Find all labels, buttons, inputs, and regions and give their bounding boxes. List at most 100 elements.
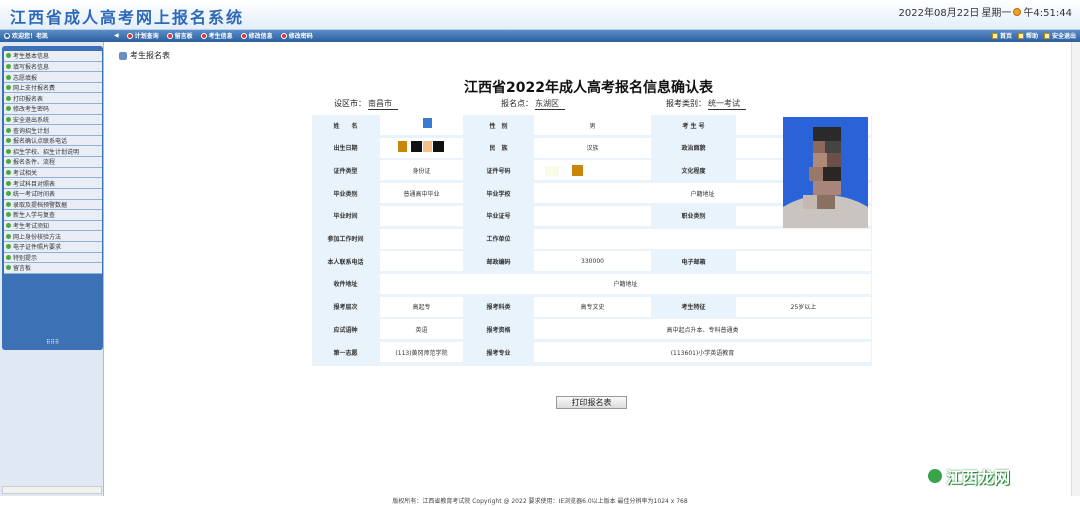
time-text: 午4:51:44 [1023, 8, 1072, 19]
date-text: 2022年08月22日 [898, 8, 980, 19]
form-row: 第一志愿 (113)黄冈师范学院 报考专业 (113601)小学英语教育 [312, 342, 872, 363]
sidebar-item[interactable]: 考生基本信息 [4, 51, 102, 62]
sidebar-item[interactable]: 电子证件照片要求 [4, 241, 102, 253]
form-row: 应试语种 英语 报考资格 高中起点升本、专科普通类 [312, 319, 872, 340]
sidebar-item-label: 填写报名信息 [13, 63, 50, 71]
horizontal-scrollbar[interactable] [2, 486, 102, 494]
sidebar-item[interactable]: 统一考试时间表 [4, 188, 102, 200]
key-icon [280, 32, 287, 39]
form-value: 高中起点升本、专科普通类 [534, 319, 871, 340]
app-header: 江西省成人高考网上报名系统 2022年08月22日 星期一 午4:51:44 [0, 0, 1080, 30]
sidebar-item-label: 查询招生计划 [13, 127, 50, 135]
sidebar-item[interactable]: 查询招生计划 [4, 125, 102, 136]
sidebar-item[interactable]: 安全退出系统 [4, 114, 102, 126]
nav-plan-query[interactable]: 计划查询 [126, 31, 159, 40]
help-icon [1017, 32, 1024, 39]
form-value [534, 228, 871, 249]
menu-bullet-icon [6, 212, 11, 218]
menu-bullet-icon [6, 74, 11, 80]
sidebar-item[interactable]: 考试相关 [4, 167, 102, 179]
menu-bullet-icon [6, 233, 11, 239]
redaction-block [411, 141, 422, 152]
sidebar-item[interactable]: 招生学校、招生计划说明 [4, 146, 102, 158]
sidebar-item[interactable]: 志愿填报 [4, 72, 102, 83]
nav-message-board[interactable]: 留言板 [166, 31, 193, 40]
form-value [534, 205, 651, 226]
sidebar-item[interactable]: 网上支付报名费 [4, 82, 102, 94]
sidebar-item[interactable]: 录取及提档预警数据 [4, 199, 102, 211]
menu-bullet-icon [6, 244, 11, 250]
info-icon [200, 32, 207, 39]
user-icon: ● [4, 32, 10, 39]
vertical-scrollbar[interactable] [1071, 42, 1080, 496]
sidebar-grip[interactable]: ⠿⠿⠿ [46, 339, 59, 346]
back-icon[interactable]: ◀ [114, 32, 119, 39]
form-value: 汉族 [534, 137, 651, 158]
top-nav-links: ◀ 计划查询 留言板 考生信息 修改信息 修改密码 [114, 31, 313, 40]
nav-help[interactable]: 帮助 [1017, 31, 1038, 40]
sidebar-menu: 考生基本信息 填写报名信息 志愿填报网上支付报名费 打印报名表 修改考生密码 安全退出系统… [4, 51, 102, 274]
site-value: 东湖区 [535, 98, 565, 110]
nav-student-info[interactable]: 考生信息 [200, 31, 233, 40]
redaction-block [423, 141, 432, 152]
print-form-button[interactable]: 打印报名表 [556, 396, 627, 409]
sidebar-item[interactable]: 特别提示 [4, 252, 102, 264]
sidebar-item[interactable]: 打印报名表 [4, 93, 102, 105]
form-value: 25岁以上 [736, 296, 871, 317]
sidebar-item-label: 考生基本信息 [13, 53, 50, 61]
sidebar-item[interactable]: 报名条件、流程 [4, 157, 102, 168]
form-label: 报考专业 [464, 342, 533, 362]
menu-bullet-icon [6, 223, 11, 229]
sidebar-item[interactable]: 考生考试须知 [4, 220, 102, 232]
sidebar-item[interactable]: 考试科目对照表 [4, 178, 102, 189]
sidebar-item-label: 新生入学与复查 [13, 212, 56, 220]
nav-logout[interactable]: 安全退出 [1043, 31, 1076, 40]
form-label: 工作单位 [464, 228, 533, 249]
menu-bullet-icon [6, 116, 11, 122]
menu-bullet-icon [6, 63, 11, 69]
redaction-block [423, 118, 432, 128]
message-icon [166, 32, 173, 39]
sidebar-item-label: 志愿填报 [13, 74, 38, 82]
form-subheader: 设区市： 南昌市 报名点： 东湖区 报考类别： 统一考试 [312, 98, 872, 110]
redaction-block [545, 166, 559, 176]
form-label: 邮政编码 [464, 251, 533, 272]
form-label: 证件号码 [464, 160, 533, 181]
form-label: 性 别 [464, 115, 533, 135]
form-label: 姓 名 [312, 115, 379, 135]
district-value: 南昌市 [368, 98, 398, 110]
form-value: 英语 [380, 319, 463, 340]
sidebar-item[interactable]: 修改考生密码 [4, 104, 102, 115]
nav-change-password[interactable]: 修改密码 [280, 31, 313, 40]
redaction-block [433, 141, 444, 152]
menu-bullet-icon [6, 254, 11, 260]
form-label: 应试语种 [312, 319, 379, 340]
sidebar-item-label: 考试相关 [13, 170, 38, 177]
form-value [380, 205, 463, 226]
page-title: 考生报名表 [119, 50, 170, 61]
menu-bullet-icon [6, 95, 11, 101]
form-label: 收件地址 [312, 273, 379, 294]
sidebar-item-label: 网上支付报名费 [13, 85, 56, 93]
sidebar-item-label: 修改考生密码 [13, 106, 50, 114]
form-label: 报考科类 [464, 296, 533, 317]
sidebar-item[interactable]: 留言板 [4, 263, 102, 274]
sidebar-item-label: 统一考试时间表 [13, 191, 56, 199]
sidebar-item[interactable]: 网上身份核验方法 [4, 231, 102, 242]
form-value: 普通高中毕业 [380, 183, 463, 204]
sidebar-item-label: 留言板 [13, 265, 32, 273]
menu-bullet-icon [6, 53, 11, 59]
menu-bullet-icon [6, 127, 11, 133]
form-value [380, 115, 463, 135]
nav-home[interactable]: 首页 [991, 31, 1012, 40]
nav-edit-info[interactable]: 修改信息 [240, 31, 273, 40]
user-form-icon [119, 51, 127, 60]
sidebar-item[interactable]: 报名确认点联系电话 [4, 135, 102, 147]
sidebar-item-label: 电子证件照片要求 [13, 244, 62, 252]
top-navbar: ● 欢迎您！老凯 ◀ 计划查询 留言板 考生信息 修改信息 修改密码 首页 帮助… [0, 30, 1080, 42]
sidebar-item[interactable]: 新生入学与复查 [4, 210, 102, 221]
sidebar-item[interactable]: 填写报名信息 [4, 61, 102, 73]
home-icon [991, 32, 998, 39]
form-label: 政治面貌 [652, 137, 735, 158]
form-value: (113601)小学英语教育 [534, 342, 871, 362]
